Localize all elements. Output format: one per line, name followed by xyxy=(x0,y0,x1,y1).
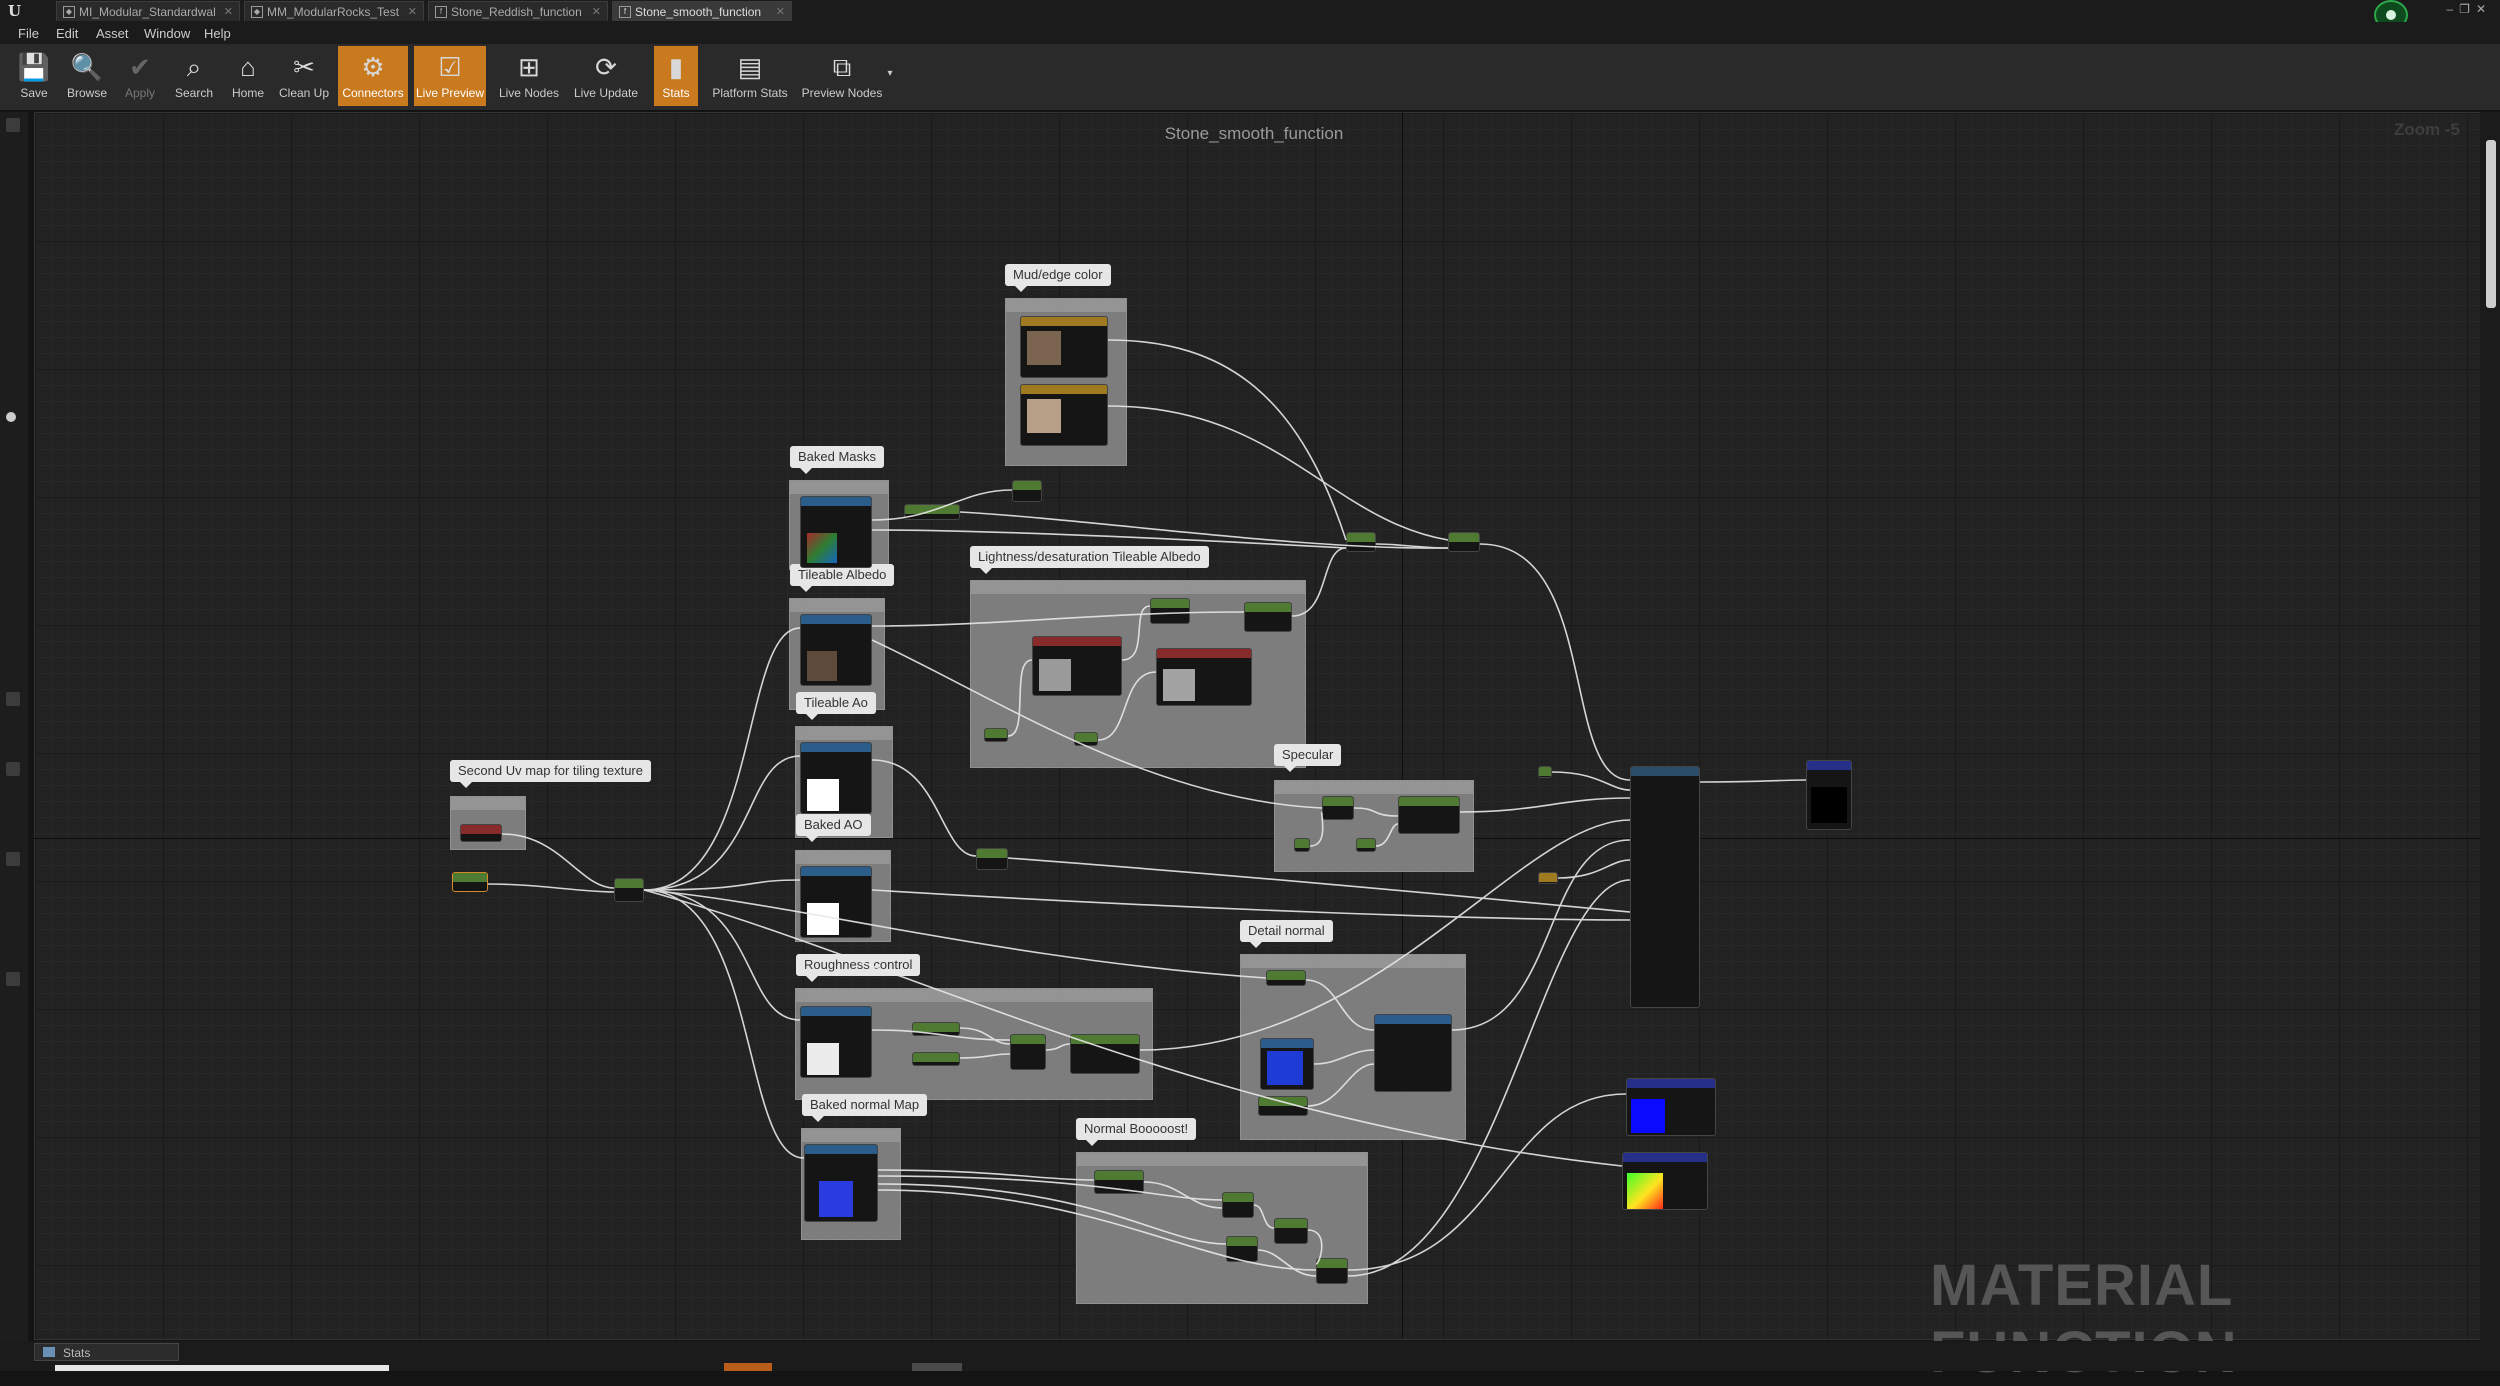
stats-progress-strip xyxy=(55,1365,389,1371)
stats-panel-bar: Stats xyxy=(0,1341,2500,1371)
graph-scrollbar[interactable] xyxy=(2486,140,2496,308)
node-wires xyxy=(487,339,1807,1277)
taskbar-item xyxy=(912,1363,962,1371)
stats-tab[interactable]: Stats xyxy=(34,1343,179,1361)
stats-tab-icon xyxy=(43,1347,55,1357)
taskbar-highlight xyxy=(724,1363,772,1371)
